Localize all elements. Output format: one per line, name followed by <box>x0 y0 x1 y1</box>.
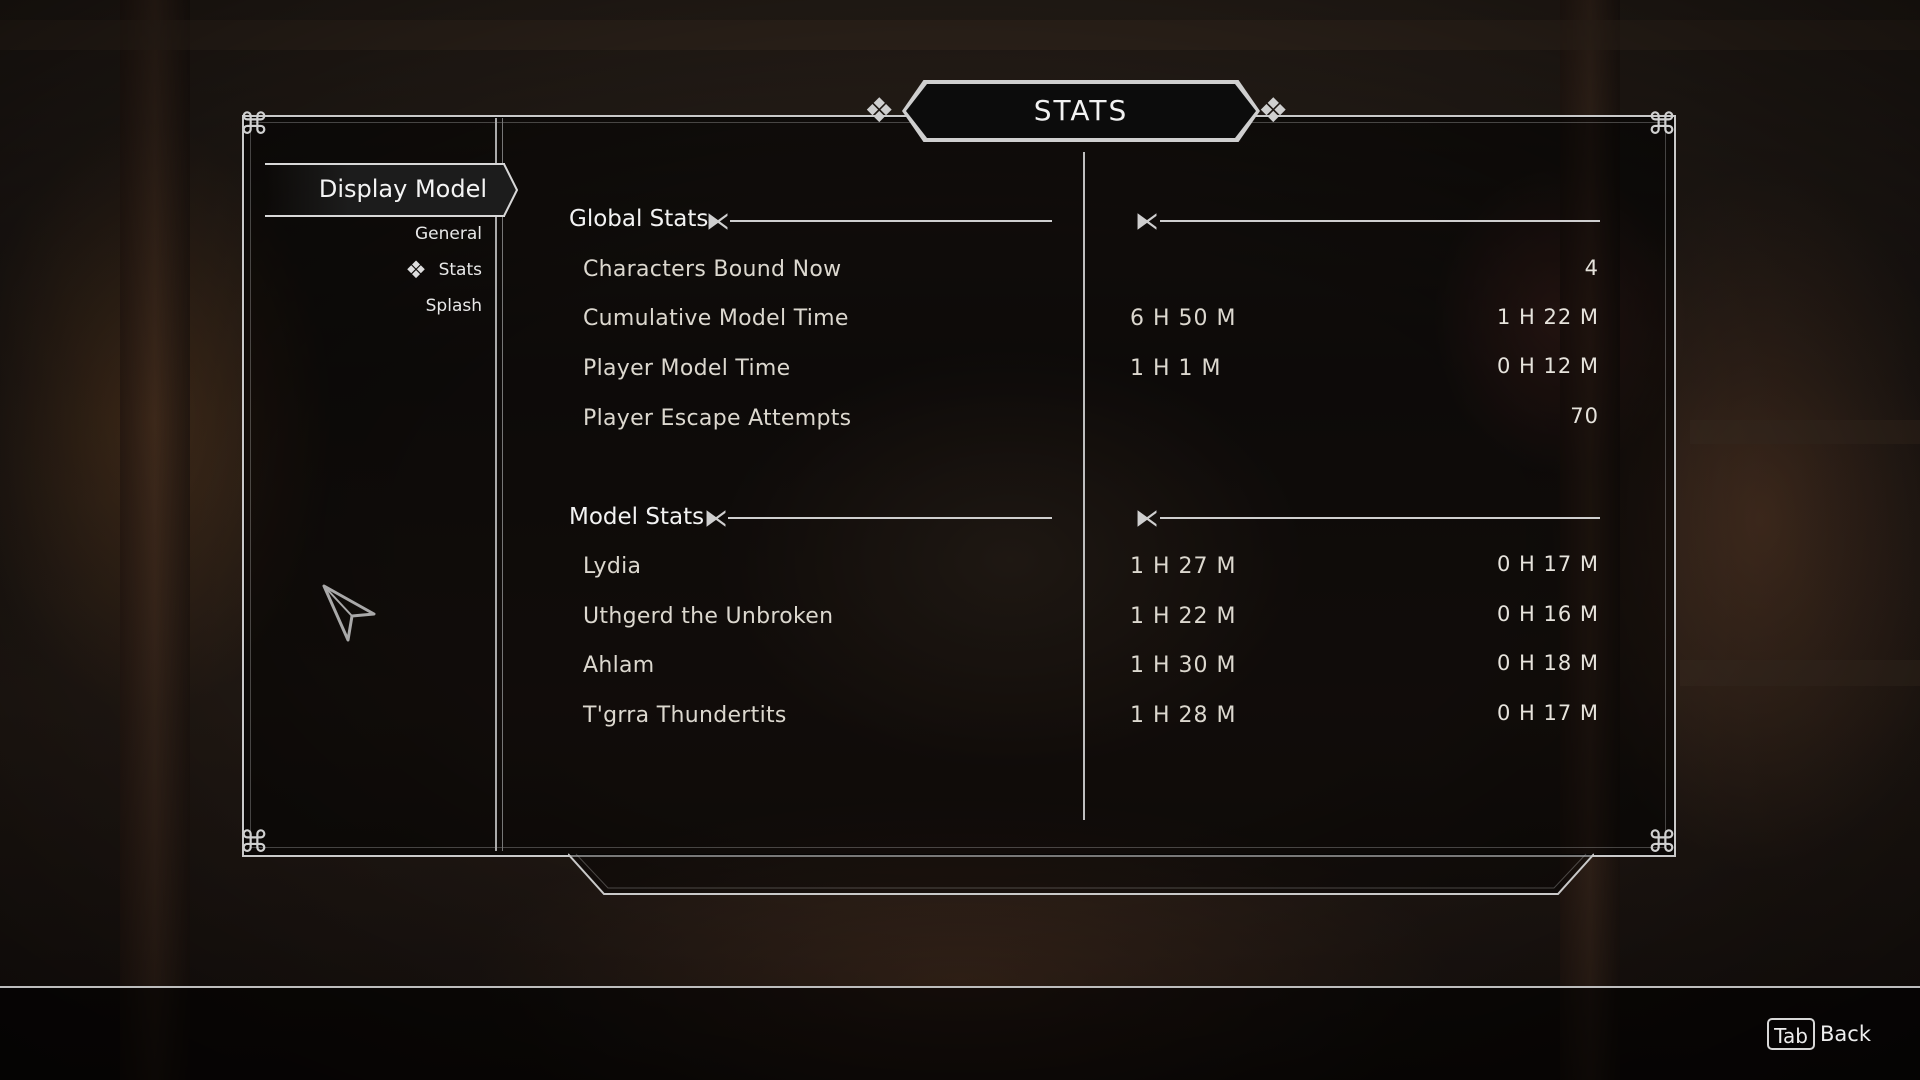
model-name: Uthgerd the Unbroken <box>583 604 834 629</box>
corner-knot-icon: ⌘ <box>1647 825 1677 860</box>
nav-sub-item-splash[interactable]: Splash <box>426 296 482 316</box>
model-time-recent: 0 H 18 M <box>1496 651 1599 675</box>
selected-knot-icon: ❖ <box>405 256 427 284</box>
stat-value-recent: 0 H 12 M <box>1496 354 1599 378</box>
sidebar-divider <box>495 118 503 851</box>
stat-label: Player Model Time <box>583 356 791 381</box>
title-right-knot-icon: ❖ <box>1258 91 1289 131</box>
model-name: Ahlam <box>583 653 655 678</box>
column-divider <box>1083 152 1085 820</box>
nav-active-arrow-icon <box>494 163 518 217</box>
model-name: Lydia <box>583 554 642 579</box>
section-rule <box>1160 517 1600 519</box>
stat-label: Cumulative Model Time <box>583 306 849 331</box>
stat-value-recent: 70 <box>1570 404 1599 428</box>
section-rule <box>728 517 1052 519</box>
model-time-recent: 0 H 17 M <box>1496 701 1599 725</box>
section-knot-icon: ⧔ <box>1135 207 1159 235</box>
model-time-total: 1 H 30 M <box>1130 653 1237 678</box>
tab-key-icon[interactable]: Tab <box>1767 1018 1815 1050</box>
title-left-knot-icon: ❖ <box>864 91 895 131</box>
section-rule <box>730 220 1052 222</box>
mouse-cursor-icon <box>322 584 376 642</box>
footer-bar <box>0 988 1920 1080</box>
section-title-model-stats: Model Stats <box>569 504 705 530</box>
section-knot-icon: ⧔ <box>1135 504 1159 532</box>
model-time-total: 1 H 22 M <box>1130 604 1237 629</box>
bottom-frame-tab <box>568 853 1594 895</box>
model-name: T'grra Thundertits <box>583 703 787 728</box>
model-time-recent: 0 H 17 M <box>1496 552 1599 576</box>
stat-value-total: 6 H 50 M <box>1130 306 1237 331</box>
corner-knot-icon: ⌘ <box>239 825 269 860</box>
model-time-total: 1 H 28 M <box>1130 703 1237 728</box>
model-time-total: 1 H 27 M <box>1130 554 1237 579</box>
nav-sub-item-stats[interactable]: Stats <box>439 260 482 280</box>
section-rule <box>1160 220 1600 222</box>
section-knot-icon: ⧔ <box>704 504 728 532</box>
stat-value-recent: 1 H 22 M <box>1496 305 1599 329</box>
corner-knot-icon: ⌘ <box>239 107 269 142</box>
back-button[interactable]: Back <box>1820 1018 1871 1050</box>
corner-knot-icon: ⌘ <box>1647 107 1677 142</box>
stat-value-total: 1 H 1 M <box>1130 356 1222 381</box>
section-title-global-stats: Global Stats <box>569 206 709 232</box>
stat-label: Characters Bound Now <box>583 257 842 282</box>
section-knot-icon: ⧔ <box>706 207 730 235</box>
nav-item-display-model[interactable]: Display Model <box>265 163 487 215</box>
nav-sub-item-general[interactable]: General <box>415 224 482 244</box>
page-title: STATS <box>1033 94 1129 127</box>
stat-label: Player Escape Attempts <box>583 406 852 431</box>
model-time-recent: 0 H 16 M <box>1496 602 1599 626</box>
stat-value-recent: 4 <box>1584 256 1599 280</box>
